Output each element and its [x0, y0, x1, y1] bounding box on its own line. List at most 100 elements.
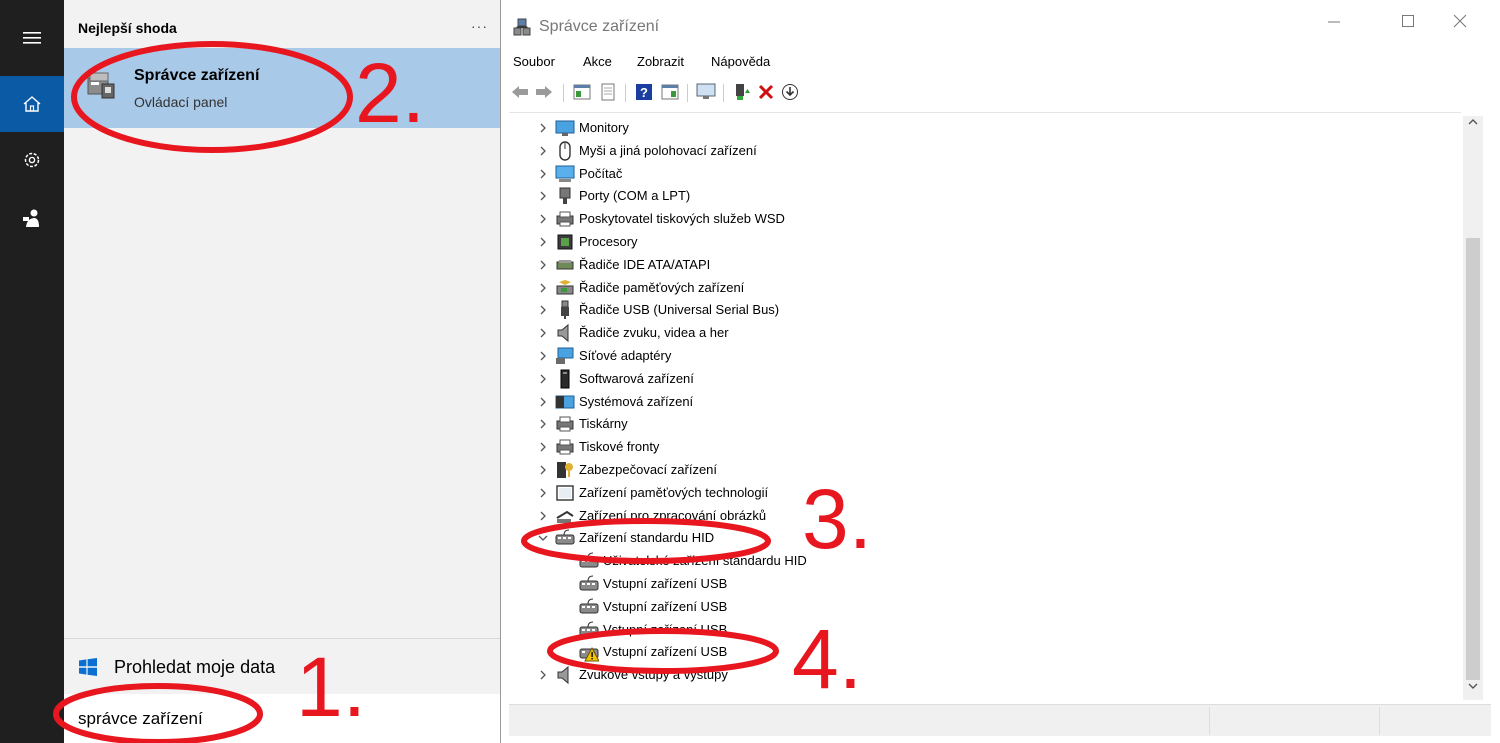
hid-icon — [555, 528, 575, 548]
menu-napoveda[interactable]: Nápověda — [711, 54, 770, 69]
hid-icon — [579, 551, 599, 571]
ide-icon — [555, 255, 575, 275]
toolbar: ? — [501, 78, 1500, 106]
start-rail — [0, 0, 64, 743]
computer-icon — [555, 164, 575, 184]
chevron-right-icon[interactable] — [537, 167, 549, 181]
chevron-right-icon[interactable] — [537, 395, 549, 409]
hid-warning-icon — [579, 642, 600, 662]
device-tree: Monitory Myši a jiná polohovací zařízení P… — [509, 112, 1461, 700]
best-match-header: Nejlepší shoda ··· — [64, 0, 500, 48]
result-subtitle: Ovládací panel — [134, 94, 228, 110]
device-label: Řadiče paměťových zařízení — [579, 279, 745, 295]
memory-device-icon — [555, 483, 575, 503]
svg-text:?: ? — [640, 85, 648, 100]
hid-icon — [579, 620, 599, 640]
maximize-button[interactable] — [1393, 14, 1423, 38]
chevron-right-icon[interactable] — [537, 303, 549, 317]
install-arrow-icon[interactable] — [779, 81, 801, 103]
device-label: Porty (COM a LPT) — [579, 188, 691, 204]
settings-gear-icon[interactable] — [0, 132, 64, 188]
menu-akce[interactable]: Akce — [583, 54, 612, 69]
hid-icon — [579, 574, 599, 594]
status-divider — [1379, 707, 1380, 735]
device-label: Vstupní zařízení USB — [603, 598, 728, 614]
device-label: Systémová zařízení — [579, 393, 694, 409]
menu-soubor[interactable]: Soubor — [513, 54, 555, 69]
device-label: Monitory — [579, 120, 629, 135]
scroll-thumb[interactable] — [1466, 238, 1480, 680]
scroll-up-arrow-icon[interactable] — [1463, 116, 1483, 136]
chevron-right-icon[interactable] — [537, 326, 549, 340]
search-input[interactable] — [78, 706, 378, 732]
chevron-right-icon[interactable] — [537, 349, 549, 363]
divider — [64, 638, 500, 639]
hamburger-menu-icon[interactable] — [0, 10, 64, 66]
chevron-right-icon[interactable] — [537, 417, 549, 431]
device-label: Tiskárny — [579, 416, 628, 432]
device-label: Síťové adaptéry — [579, 348, 672, 363]
search-my-data-button[interactable]: Prohledat moje data — [64, 645, 500, 691]
page-icon[interactable] — [597, 81, 619, 103]
device-label: Tiskové fronty — [579, 439, 660, 455]
help-icon[interactable]: ? — [633, 81, 655, 103]
device-label: Procesory — [579, 234, 638, 249]
forward-arrow-icon[interactable] — [533, 81, 555, 103]
home-icon[interactable] — [0, 76, 64, 132]
best-match-title: Nejlepší shoda — [78, 20, 177, 36]
chevron-right-icon[interactable] — [537, 121, 549, 135]
view-icon[interactable] — [659, 81, 681, 103]
update-driver-icon[interactable] — [731, 81, 753, 103]
processor-icon — [555, 232, 575, 252]
search-box[interactable] — [64, 694, 500, 743]
user-icon[interactable] — [0, 190, 64, 246]
chevron-right-icon[interactable] — [537, 258, 549, 272]
vertical-scrollbar[interactable] — [1463, 116, 1483, 700]
chevron-right-icon[interactable] — [537, 189, 549, 203]
chevron-right-icon[interactable] — [537, 235, 549, 249]
printer-icon — [555, 437, 575, 457]
more-options-button[interactable]: ··· — [471, 18, 488, 34]
device-label: Myši a jiná polohovací zařízení — [579, 142, 757, 158]
audio-io-icon — [555, 665, 575, 685]
device-label: Poskytovatel tiskových služeb WSD — [579, 211, 785, 227]
toolbar-separator — [563, 84, 564, 102]
toolbar-separator — [723, 84, 724, 102]
device-label: Zařízení standardu HID — [579, 530, 715, 546]
monitor-icon[interactable] — [695, 81, 717, 103]
storage-controller-icon — [555, 278, 575, 298]
menu-zobrazit[interactable]: Zobrazit — [637, 54, 684, 69]
device-label: Zvukové vstupy a výstupy — [579, 667, 728, 683]
chevron-right-icon[interactable] — [537, 440, 549, 454]
chevron-right-icon[interactable] — [537, 212, 549, 226]
chevron-right-icon[interactable] — [537, 486, 549, 500]
hid-icon — [579, 597, 599, 617]
status-divider — [1209, 707, 1210, 735]
uninstall-x-icon[interactable] — [755, 81, 777, 103]
close-button[interactable] — [1445, 14, 1475, 38]
security-key-icon — [555, 460, 575, 480]
chevron-right-icon[interactable] — [537, 668, 549, 682]
back-arrow-icon[interactable] — [509, 81, 531, 103]
chevron-right-icon[interactable] — [537, 463, 549, 477]
chevron-right-icon[interactable] — [537, 144, 549, 158]
device-label: Zařízení paměťových technologií — [579, 484, 769, 500]
printer-icon — [555, 414, 575, 434]
toolbar-separator — [625, 84, 626, 102]
window-title: Správce zařízení — [539, 18, 660, 35]
minimize-button[interactable] — [1319, 14, 1349, 38]
scroll-down-arrow-icon[interactable] — [1463, 680, 1483, 700]
device-label: Řadiče IDE ATA/ATAPI — [579, 256, 711, 272]
best-match-result[interactable]: Správce zařízení Ovládací panel — [64, 48, 500, 128]
chevron-down-icon[interactable] — [537, 531, 549, 545]
device-label: Zařízení pro zpracování obrázků — [579, 507, 767, 523]
printer-icon — [555, 209, 575, 229]
chevron-right-icon[interactable] — [537, 509, 549, 523]
device-label: Počítač — [579, 165, 623, 181]
chevron-right-icon[interactable] — [537, 372, 549, 386]
device-label: Vstupní zařízení USB — [603, 576, 728, 591]
mouse-icon — [555, 141, 575, 161]
chevron-right-icon[interactable] — [537, 281, 549, 295]
menu-bar: Soubor Akce Zobrazit Nápověda — [501, 50, 1500, 76]
properties-grid-icon[interactable] — [571, 81, 593, 103]
